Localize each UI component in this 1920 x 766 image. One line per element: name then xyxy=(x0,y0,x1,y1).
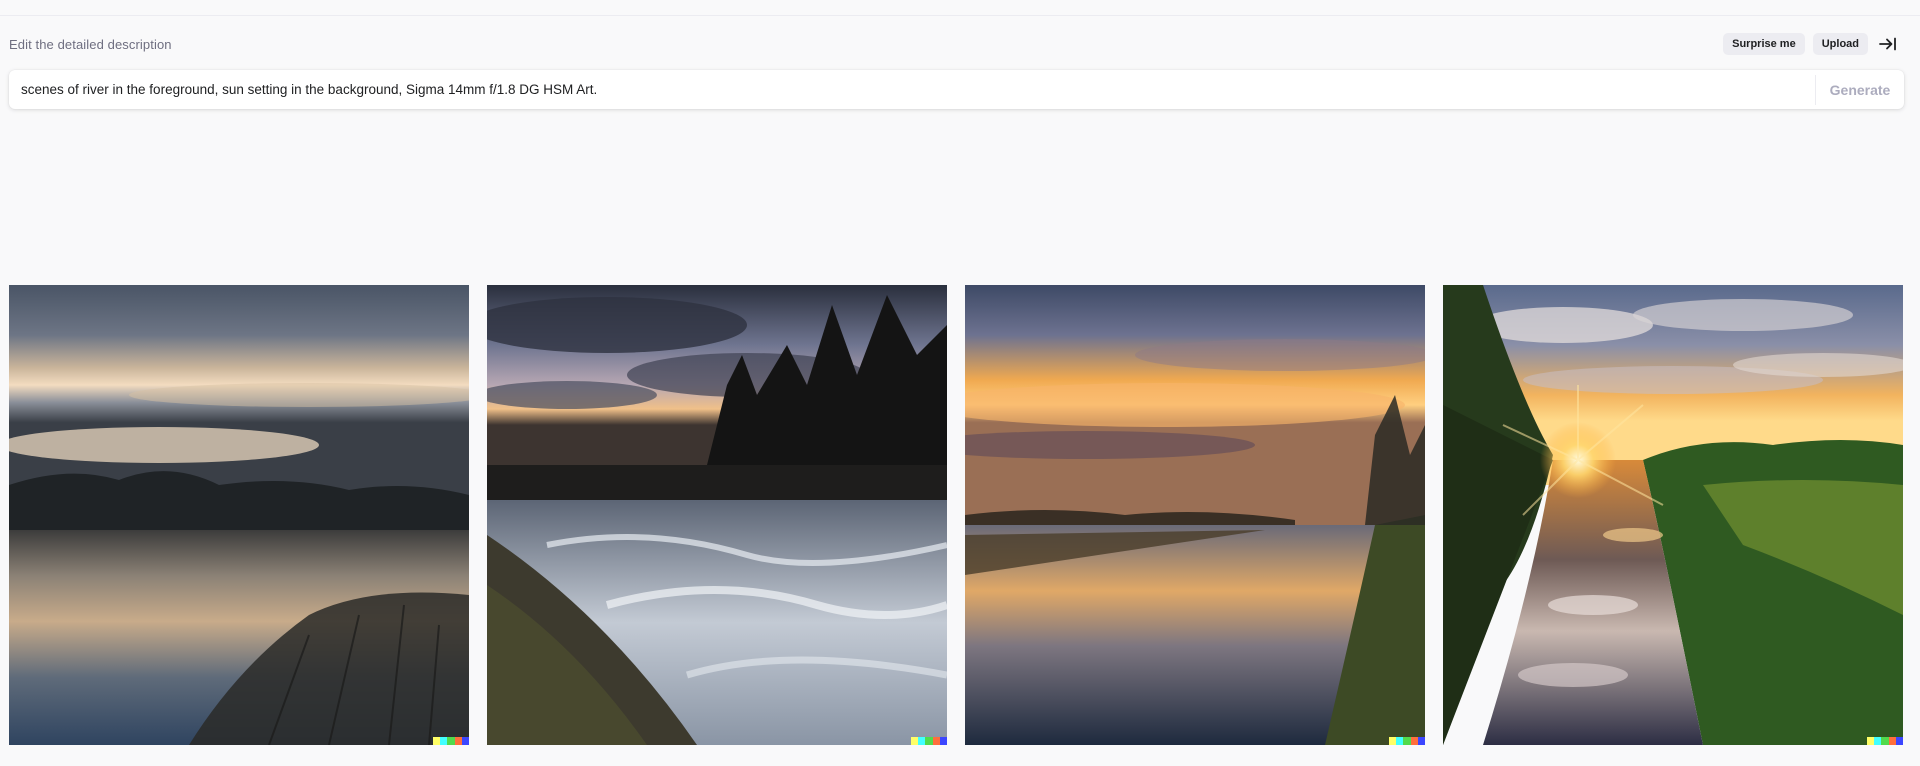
collapse-panel-button[interactable] xyxy=(1876,33,1900,55)
prompt-input[interactable] xyxy=(9,70,1815,109)
signature-strip xyxy=(1389,737,1425,745)
top-divider xyxy=(0,15,1920,16)
generate-button[interactable]: Generate xyxy=(1816,70,1904,109)
signature-strip xyxy=(911,737,947,745)
collapse-arrow-icon xyxy=(1879,37,1896,51)
image-gallery xyxy=(9,285,1903,745)
generated-image-4[interactable] xyxy=(1443,285,1903,745)
image-river-reflection xyxy=(965,285,1425,745)
prompt-bar: Generate xyxy=(9,70,1904,109)
upload-button[interactable]: Upload xyxy=(1812,33,1868,55)
generated-image-1[interactable] xyxy=(9,285,469,745)
prompt-toolbar: Surprise me Upload xyxy=(1723,33,1900,55)
prompt-panel-label: Edit the detailed description xyxy=(9,37,172,52)
generated-image-3[interactable] xyxy=(965,285,1425,745)
image-river-rapids xyxy=(487,285,947,745)
surprise-me-button[interactable]: Surprise me xyxy=(1723,33,1805,55)
signature-strip xyxy=(1867,737,1903,745)
generated-image-2[interactable] xyxy=(487,285,947,745)
signature-strip xyxy=(433,737,469,745)
image-canal-sunburst xyxy=(1443,285,1903,745)
image-lake-sunset xyxy=(9,285,469,745)
